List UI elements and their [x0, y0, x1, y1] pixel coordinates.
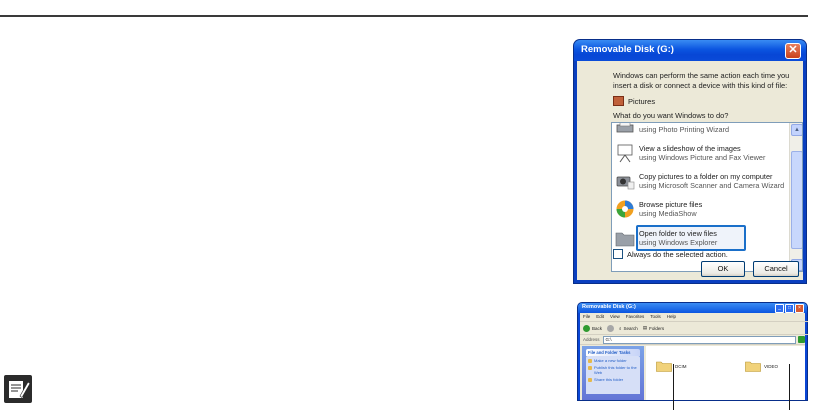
option-subtitle: using Microsoft Scanner and Camera Wizar… [639, 181, 785, 190]
folder-video[interactable] [745, 360, 761, 372]
dialog-body: Windows can perform the same action each… [577, 61, 803, 280]
share-folder-icon [588, 377, 592, 382]
go-button[interactable] [798, 336, 805, 343]
memo-note-icon [4, 375, 32, 403]
always-checkbox[interactable] [613, 249, 623, 259]
slideshow-projector-icon [617, 144, 633, 163]
menu-view[interactable]: View [610, 313, 620, 321]
option-title: Open folder to view files [639, 229, 717, 238]
folders-button[interactable]: ▤ Folders [643, 325, 664, 331]
dialog-question: What do you want Windows to do? [613, 111, 729, 120]
folders-icon: ▤ [642, 325, 648, 330]
top-rule [0, 15, 808, 17]
address-label: Address [583, 337, 600, 342]
explorer-inner: File Edit View Favorites Tools Help Back… [580, 313, 808, 400]
search-label: Search [623, 325, 638, 331]
task-make-folder[interactable]: Make a new folder [588, 358, 638, 363]
menu-tools[interactable]: Tools [650, 313, 661, 321]
address-bar: Address G:\ [580, 335, 805, 345]
option-subtitle: using Photo Printing Wizard [639, 125, 730, 134]
option-title: Browse picture files [639, 200, 703, 209]
menu-help[interactable]: Help [667, 313, 676, 321]
menu-favorites[interactable]: Favorites [626, 313, 645, 321]
always-row[interactable]: Always do the selected action. [613, 249, 728, 259]
cancel-button[interactable]: Cancel [753, 261, 799, 277]
task-publish-folder[interactable]: Publish this folder to the Web [588, 365, 638, 375]
forward-arrow-icon[interactable] [607, 324, 615, 332]
back-label: Back [592, 325, 603, 331]
ok-button[interactable]: OK [701, 261, 745, 277]
explorer-window: Removable Disk (G:) _ □ × File Edit View… [578, 303, 808, 400]
folders-label: Folders [649, 325, 665, 331]
file-area: DCIM VIDEO [646, 346, 805, 400]
printer-icon [616, 123, 634, 133]
autoplay-dialog: Removable Disk (G:) ✕ Windows can perfor… [574, 40, 806, 283]
option-title: View a slideshow of the images [639, 144, 741, 153]
address-input[interactable]: G:\ [602, 335, 797, 344]
folder-label-video: VIDEO [764, 364, 779, 369]
option-subtitle: using MediaShow [639, 209, 697, 218]
toolbar: Back ⌕ Search ▤ Folders [580, 322, 808, 335]
explorer-titlebar[interactable]: Removable Disk (G:) _ □ × [578, 303, 807, 313]
dialog-titlebar[interactable]: Removable Disk (G:) ✕ [574, 40, 806, 61]
back-button[interactable]: Back [583, 324, 603, 332]
close-button[interactable]: ✕ [785, 43, 801, 59]
folder-dcim[interactable] [656, 360, 672, 372]
publish-web-icon [588, 365, 592, 370]
back-arrow-icon [583, 324, 590, 332]
scroll-thumb[interactable] [791, 151, 802, 249]
search-icon: ⌕ [619, 325, 622, 331]
search-button[interactable]: ⌕ Search [619, 326, 638, 331]
dialog-message: Windows can perform the same action each… [613, 71, 790, 90]
callout-line-dcim [673, 364, 674, 410]
always-label: Always do the selected action. [627, 249, 728, 259]
maximize-button[interactable]: □ [785, 304, 794, 313]
scroll-up-button[interactable]: ▲ [791, 124, 802, 136]
task-share-folder[interactable]: Share this folder [588, 377, 638, 382]
mediashow-icon [616, 200, 634, 218]
task-pane: File and Folder Tasks Make a new folder … [582, 346, 644, 400]
menu-edit[interactable]: Edit [596, 313, 604, 321]
content-type: Pictures [613, 96, 655, 106]
option-subtitle: using Windows Picture and Fax Viewer [639, 153, 766, 162]
pictures-icon [613, 96, 624, 106]
option-title: Copy pictures to a folder on my computer [639, 172, 773, 181]
explorer-title: Removable Disk (G:) [582, 304, 636, 310]
option-subtitle: using Windows Explorer [639, 238, 718, 247]
new-folder-icon [588, 358, 592, 363]
list-item-slideshow[interactable]: View a slideshow of the images using Win… [612, 141, 788, 167]
list-scrollbar[interactable]: ▲ ▼ [789, 123, 802, 271]
minimize-button[interactable]: _ [775, 304, 784, 313]
folder-icon [615, 232, 635, 247]
folder-icon [656, 361, 672, 372]
folder-icon [745, 361, 761, 372]
content-type-label: Pictures [628, 96, 656, 106]
dialog-title: Removable Disk (G:) [581, 44, 674, 55]
list-item-photo-printing[interactable]: using Photo Printing Wizard [612, 123, 788, 139]
explorer-close-button[interactable]: × [795, 304, 804, 313]
task-pane-title[interactable]: File and Folder Tasks [586, 349, 640, 356]
list-item-copy-pictures[interactable]: Copy pictures to a folder on my computer… [612, 169, 788, 195]
menu-file[interactable]: File [583, 313, 590, 321]
folder-label-dcim: DCIM [675, 364, 687, 369]
callout-line-video [789, 364, 790, 410]
camera-wizard-icon [616, 176, 635, 190]
file-folder-tasks-panel: File and Folder Tasks Make a new folder … [586, 349, 640, 394]
menu-bar: File Edit View Favorites Tools Help [580, 313, 808, 322]
list-item-browse-mediashow[interactable]: Browse picture files using MediaShow [612, 197, 788, 223]
